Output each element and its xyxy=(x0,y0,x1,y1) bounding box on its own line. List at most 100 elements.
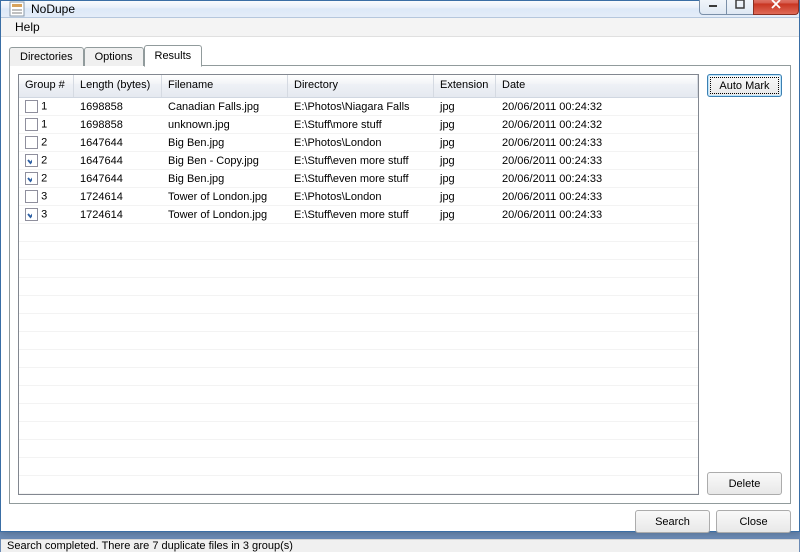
col-header-date[interactable]: Date xyxy=(496,75,698,97)
empty-row xyxy=(19,386,698,404)
cell-directory: E:\Photos\London xyxy=(288,136,434,150)
menu-help[interactable]: Help xyxy=(7,18,48,36)
cell-group: 2 xyxy=(19,135,74,150)
col-header-directory[interactable]: Directory xyxy=(288,75,434,97)
cell-date: 20/06/2011 00:24:32 xyxy=(496,118,698,132)
cell-extension: jpg xyxy=(434,172,496,186)
cell-directory: E:\Photos\Niagara Falls xyxy=(288,100,434,114)
empty-row xyxy=(19,278,698,296)
empty-row xyxy=(19,296,698,314)
cell-filename: Canadian Falls.jpg xyxy=(162,100,288,114)
cell-group: 3 xyxy=(19,189,74,204)
empty-row xyxy=(19,476,698,494)
col-header-length[interactable]: Length (bytes) xyxy=(74,75,162,97)
window-title: NoDupe xyxy=(31,2,700,16)
statusbar: Search completed. There are 7 duplicate … xyxy=(1,539,799,552)
tab-results[interactable]: Results xyxy=(144,45,203,67)
empty-row xyxy=(19,242,698,260)
cell-length: 1698858 xyxy=(74,118,162,132)
app-window: NoDupe Help Directories Options Results … xyxy=(0,0,800,532)
titlebar: NoDupe xyxy=(1,1,799,18)
cell-date: 20/06/2011 00:24:33 xyxy=(496,208,698,222)
empty-row xyxy=(19,458,698,476)
empty-row xyxy=(19,440,698,458)
cell-date: 20/06/2011 00:24:33 xyxy=(496,190,698,204)
listview-header: Group # Length (bytes) Filename Director… xyxy=(19,75,698,98)
cell-length: 1724614 xyxy=(74,190,162,204)
dialog-buttons: Search Close xyxy=(9,504,791,537)
cell-group: 1 xyxy=(19,117,74,132)
cell-filename: Tower of London.jpg xyxy=(162,208,288,222)
row-checkbox[interactable] xyxy=(25,154,38,167)
table-row[interactable]: 1 1698858Canadian Falls.jpgE:\Photos\Niag… xyxy=(19,98,698,116)
empty-row xyxy=(19,224,698,242)
row-checkbox[interactable] xyxy=(25,172,38,185)
cell-date: 20/06/2011 00:24:33 xyxy=(496,154,698,168)
col-header-extension[interactable]: Extension xyxy=(434,75,496,97)
empty-row xyxy=(19,422,698,440)
app-icon xyxy=(9,1,25,17)
cell-length: 1724614 xyxy=(74,208,162,222)
table-row[interactable]: 21647644Big Ben.jpgE:\Stuff\even more st… xyxy=(19,170,698,188)
empty-row xyxy=(19,332,698,350)
cell-date: 20/06/2011 00:24:33 xyxy=(496,172,698,186)
col-header-group[interactable]: Group # xyxy=(19,75,74,97)
cell-directory: E:\Stuff\even more stuff xyxy=(288,208,434,222)
cell-directory: E:\Stuff\even more stuff xyxy=(288,154,434,168)
cell-extension: jpg xyxy=(434,136,496,150)
table-row[interactable]: 3 1724614Tower of London.jpgE:\Photos\Lon… xyxy=(19,188,698,206)
cell-group-text: 3 xyxy=(41,208,47,220)
results-listview[interactable]: Group # Length (bytes) Filename Director… xyxy=(18,74,699,495)
row-checkbox[interactable] xyxy=(25,118,38,131)
cell-extension: jpg xyxy=(434,118,496,132)
row-checkbox[interactable] xyxy=(25,100,38,113)
cell-date: 20/06/2011 00:24:32 xyxy=(496,100,698,114)
cell-filename: Big Ben.jpg xyxy=(162,172,288,186)
cell-extension: jpg xyxy=(434,100,496,114)
cell-length: 1647644 xyxy=(74,136,162,150)
empty-row xyxy=(19,350,698,368)
tab-options[interactable]: Options xyxy=(84,47,144,66)
table-row[interactable]: 21647644Big Ben - Copy.jpgE:\Stuff\even … xyxy=(19,152,698,170)
tabstrip: Directories Options Results xyxy=(9,43,791,65)
row-checkbox[interactable] xyxy=(25,208,38,221)
window-controls xyxy=(700,0,799,15)
cell-filename: Big Ben.jpg xyxy=(162,136,288,150)
cell-group: 3 xyxy=(19,207,74,222)
cell-group-text: 2 xyxy=(41,136,47,148)
empty-row xyxy=(19,368,698,386)
cell-length: 1698858 xyxy=(74,100,162,114)
listview-body: 11698858Canadian Falls.jpgE:\Photos\Niag… xyxy=(19,98,698,494)
tab-directories[interactable]: Directories xyxy=(9,47,84,66)
cell-filename: unknown.jpg xyxy=(162,118,288,132)
table-row[interactable]: 21647644Big Ben.jpgE:\Photos\Londonjpg20… xyxy=(19,134,698,152)
table-row[interactable]: 11698858unknown.jpgE:\Stuff\more stuffjp… xyxy=(19,116,698,134)
empty-row xyxy=(19,314,698,332)
minimize-button[interactable] xyxy=(699,0,727,15)
menubar: Help xyxy=(1,18,799,37)
cell-group-text: 2 xyxy=(41,154,47,166)
search-button[interactable]: Search xyxy=(635,510,710,533)
tabpage-results: Group # Length (bytes) Filename Director… xyxy=(9,65,791,504)
cell-group-text: 1 xyxy=(41,100,47,112)
client-area: Directories Options Results Group # Leng… xyxy=(1,37,799,539)
cell-length: 1647644 xyxy=(74,172,162,186)
maximize-button[interactable] xyxy=(726,0,754,15)
cell-filename: Big Ben - Copy.jpg xyxy=(162,154,288,168)
cell-directory: E:\Stuff\more stuff xyxy=(288,118,434,132)
delete-button[interactable]: Delete xyxy=(707,472,782,495)
close-dialog-button[interactable]: Close xyxy=(716,510,791,533)
table-row[interactable]: 3 1724614Tower of London.jpgE:\Stuff\even… xyxy=(19,206,698,224)
cell-group-text: 2 xyxy=(41,172,47,184)
row-checkbox[interactable] xyxy=(25,190,38,203)
cell-directory: E:\Photos\London xyxy=(288,190,434,204)
automark-button[interactable]: Auto Mark xyxy=(707,74,782,97)
side-button-column: Auto Mark Delete xyxy=(707,74,782,495)
cell-extension: jpg xyxy=(434,208,496,222)
close-button[interactable] xyxy=(753,0,799,15)
empty-row xyxy=(19,404,698,422)
row-checkbox[interactable] xyxy=(25,136,38,149)
cell-group-text: 3 xyxy=(41,190,47,202)
col-header-filename[interactable]: Filename xyxy=(162,75,288,97)
cell-filename: Tower of London.jpg xyxy=(162,190,288,204)
